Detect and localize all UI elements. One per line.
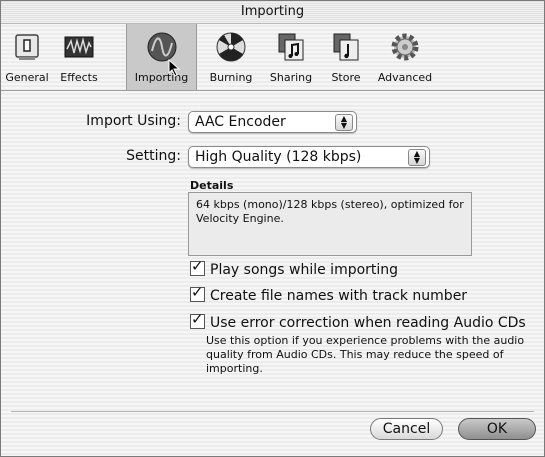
tab-burning[interactable]: Burning [203, 24, 259, 90]
store-icon [333, 33, 359, 61]
popup-arrows-icon: ▲ ▼ [408, 149, 426, 166]
details-text: 64 kbps (mono)/128 kbps (stereo), optimi… [196, 198, 464, 225]
tab-sharing-label: Sharing [269, 71, 313, 84]
sharing-icon [278, 33, 304, 61]
import-using-value: AAC Encoder [195, 114, 286, 130]
checkmark-icon: ✓ [191, 283, 204, 301]
tab-advanced[interactable]: Advanced [372, 24, 438, 90]
tab-effects[interactable]: Effects [55, 24, 103, 90]
tab-advanced-label: Advanced [377, 71, 433, 84]
divider [11, 411, 534, 412]
window-title: Importing [240, 4, 305, 19]
details-heading: Details [190, 179, 234, 192]
title-bar: Importing [1, 1, 544, 24]
details-box: 64 kbps (mono)/128 kbps (stereo), optimi… [188, 192, 472, 256]
setting-value: High Quality (128 kbps) [195, 149, 362, 165]
checkbox-box: ✓ [190, 310, 205, 329]
tab-store-label: Store [331, 71, 361, 84]
setting-popup[interactable]: High Quality (128 kbps) ▲ ▼ [188, 146, 430, 168]
advanced-icon [391, 33, 419, 61]
checkmark-icon: ✓ [191, 257, 204, 275]
checkbox-box: ✓ [190, 257, 205, 276]
track-number-checkbox[interactable]: ✓ Create file names with track number [190, 283, 468, 304]
popup-arrows-icon: ▲ ▼ [335, 114, 353, 131]
error-correction-checkbox[interactable]: ✓ Use error correction when reading Audio… [190, 310, 526, 331]
tab-importing[interactable]: Importing [126, 24, 197, 90]
play-songs-checkbox[interactable]: ✓ Play songs while importing [190, 257, 399, 278]
error-correction-label: Use error correction when reading Audio … [210, 315, 526, 331]
checkmark-icon: ✓ [191, 310, 204, 328]
play-songs-label: Play songs while importing [210, 262, 399, 278]
burning-icon [216, 32, 246, 62]
error-correction-help: Use this option if you experience proble… [206, 334, 525, 375]
import-using-popup[interactable]: AAC Encoder ▲ ▼ [188, 111, 357, 133]
import-using-label: Import Using: [86, 113, 181, 129]
tab-general[interactable]: General [1, 24, 53, 90]
checkbox-box: ✓ [190, 283, 205, 302]
tab-effects-label: Effects [60, 71, 98, 84]
track-number-label: Create file names with track number [210, 288, 468, 304]
cancel-button[interactable]: Cancel [370, 418, 443, 440]
tab-importing-label: Importing [134, 71, 189, 84]
tab-burning-label: Burning [209, 71, 253, 84]
preferences-window: Importing General Effects Importing Burn… [0, 0, 545, 457]
tab-store[interactable]: Store [325, 24, 367, 90]
tab-sharing[interactable]: Sharing [264, 24, 318, 90]
setting-label: Setting: [126, 148, 181, 164]
toolbar: General Effects Importing Burning Sharin… [1, 24, 544, 91]
effects-icon [64, 36, 94, 58]
general-icon [15, 34, 39, 60]
tab-general-label: General [5, 71, 49, 84]
ok-button[interactable]: OK [458, 418, 536, 440]
mouse-cursor-icon [168, 59, 181, 77]
